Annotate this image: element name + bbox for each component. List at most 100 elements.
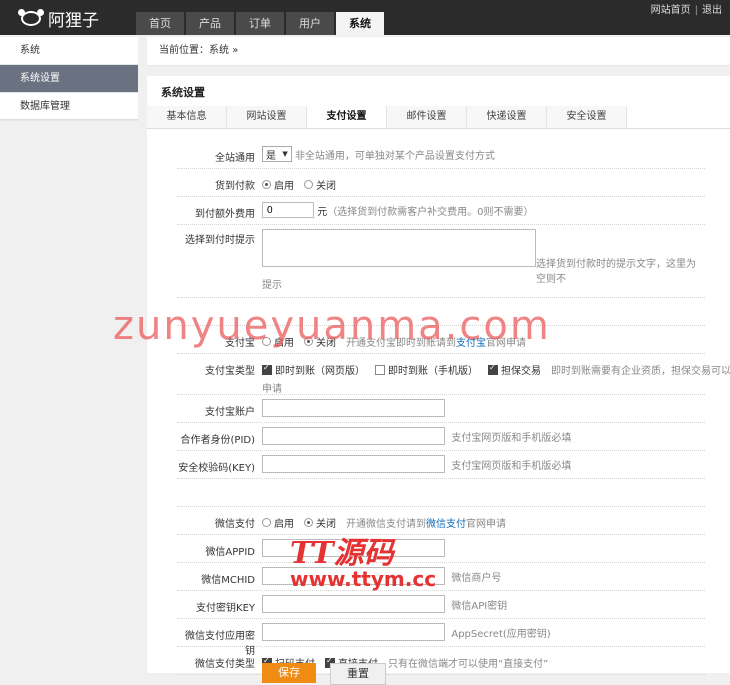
mchid-input[interactable] xyxy=(262,567,445,585)
wechat-type-hint: 只有在微信端才可以使用“直接支付” xyxy=(388,659,549,670)
alipay-enable-radio[interactable] xyxy=(262,337,271,346)
wechat-enable-radio[interactable] xyxy=(262,518,271,527)
cod-disable-radio[interactable] xyxy=(304,180,313,189)
nav-tab-system[interactable]: 系统 xyxy=(336,12,384,35)
breadcrumb-current[interactable]: 系统 xyxy=(209,45,229,56)
apikey-hint: 微信API密钥 xyxy=(451,600,508,612)
pid-hint: 支付宝网页版和手机版必填 xyxy=(451,432,572,444)
nav-tab-home[interactable]: 首页 xyxy=(136,12,184,35)
row-appsecret: 微信支付应用密钥 AppSecret(应用密钥) xyxy=(177,619,705,657)
settings-panel: 系统设置 基本信息 网站设置 支付设置 邮件设置 快递设置 安全设置 xyxy=(147,76,730,129)
wechat-disable-radio[interactable] xyxy=(304,518,313,527)
alipay-type-escrow-checkbox[interactable] xyxy=(488,363,498,375)
appid-label: 微信APPID xyxy=(205,547,255,558)
row-cod-fee: 到付额外费用 元（选择货到付款需客户补交费用。0则不需要） xyxy=(177,197,705,225)
appid-input[interactable] xyxy=(262,539,445,557)
fox-logo-icon xyxy=(18,9,44,27)
tab-basic-info[interactable]: 基本信息 xyxy=(147,106,227,128)
site-home-link[interactable]: 网站首页 xyxy=(651,5,691,16)
alipay-type-label: 支付宝类型 xyxy=(205,366,255,377)
key-hint: 支付宝网页版和手机版必填 xyxy=(451,460,572,472)
settings-tabs: 基本信息 网站设置 支付设置 邮件设置 快递设置 安全设置 xyxy=(147,106,730,129)
row-apikey: 支付密钥KEY 微信API密钥 xyxy=(177,591,705,619)
alipay-type-direct-web-label: 即时到账（网页版） xyxy=(275,366,365,377)
wechat-type-label: 微信支付类型 xyxy=(195,659,255,670)
cod-fee-unit: 元 xyxy=(317,206,328,218)
key-label: 安全校验码(KEY) xyxy=(178,463,255,474)
cod-disable-label: 关闭 xyxy=(316,181,336,192)
row-pid: 合作者身份(PID) 支付宝网页版和手机版必填 xyxy=(177,423,705,451)
alipay-type-direct-mobile-checkbox[interactable] xyxy=(375,364,385,375)
alipay-type-hint-line1: 即时到账需要有企业资质，担保交易可以个人 xyxy=(551,366,730,377)
nav-tab-users[interactable]: 用户 xyxy=(286,12,334,35)
cod-enable-radio[interactable] xyxy=(262,180,271,189)
global-select[interactable]: 是 ▼ xyxy=(262,146,292,162)
save-button[interactable]: 保存 xyxy=(262,663,316,683)
nav-tab-products[interactable]: 产品 xyxy=(186,12,234,35)
top-links: 网站首页 | 退出 xyxy=(651,1,722,16)
tab-mail-settings[interactable]: 邮件设置 xyxy=(387,106,467,128)
alipay-link[interactable]: 支付宝 xyxy=(456,334,486,349)
main-content: 当前位置：系统 » 系统设置 基本信息 网站设置 支付设置 邮件设置 快递设置 … xyxy=(147,37,730,685)
alipay-hint-pre: 开通支付宝即时到账请到 xyxy=(346,338,456,349)
chevron-down-icon: ▼ xyxy=(282,150,288,158)
row-cod-tip: 选择到付时提示 选择货到付款时的提示文字，这里为空则不 提示 xyxy=(177,225,705,298)
alipay-account-input[interactable] xyxy=(262,399,445,417)
payment-form: 全站通用 是 ▼ 非全站通用，可单独对某个产品设置支付方式 货到付款 启用 关闭… xyxy=(147,140,730,675)
alipay-type-direct-web-checkbox[interactable] xyxy=(262,363,272,375)
cod-tip-label: 选择到付时提示 xyxy=(185,235,255,246)
cod-fee-hint: （选择货到付款需客户补交费用。0则不需要） xyxy=(327,206,534,218)
appsecret-hint: AppSecret(应用密钥) xyxy=(451,628,551,640)
row-alipay-account: 支付宝账户 xyxy=(177,395,705,423)
apikey-input[interactable] xyxy=(262,595,445,613)
app-name: 阿狸子 xyxy=(48,10,99,31)
tab-express-settings[interactable]: 快递设置 xyxy=(467,106,547,128)
cod-fee-label: 到付额外费用 xyxy=(195,209,255,220)
global-select-value: 是 xyxy=(266,150,276,162)
alipay-label: 支付宝 xyxy=(225,338,255,349)
cod-tip-textarea[interactable] xyxy=(262,229,536,267)
apikey-label: 支付密钥KEY xyxy=(196,603,255,614)
panel-title: 系统设置 xyxy=(161,86,205,99)
tab-security-settings[interactable]: 安全设置 xyxy=(547,106,627,128)
alipay-enable-label: 启用 xyxy=(274,338,294,349)
row-global: 全站通用 是 ▼ 非全站通用，可单独对某个产品设置支付方式 xyxy=(177,140,705,169)
alipay-hint-post: 官网申请 xyxy=(486,338,526,349)
row-alipay-type: 支付宝类型 即时到账（网页版） 即时到账（手机版） 担保交易 即时到账需要有企业… xyxy=(177,354,730,395)
reset-button[interactable]: 重置 xyxy=(330,663,386,685)
logo[interactable]: 阿狸子 xyxy=(18,6,99,31)
sidebar-item-system-settings[interactable]: 系统设置 xyxy=(0,65,138,93)
wechat-hint-post: 官网申请 xyxy=(466,519,506,530)
row-alipay: 支付宝 启用 关闭 开通支付宝即时到账请到 支付宝 官网申请 xyxy=(177,326,705,354)
alipay-type-escrow-label: 担保交易 xyxy=(501,366,541,377)
appsecret-input[interactable] xyxy=(262,623,445,641)
sidebar-item-system[interactable]: 系统 xyxy=(0,37,138,65)
alipay-disable-radio[interactable] xyxy=(304,337,313,346)
row-cod: 货到付款 启用 关闭 xyxy=(177,169,705,197)
cod-fee-input[interactable] xyxy=(262,202,314,218)
pid-label: 合作者身份(PID) xyxy=(180,435,255,446)
wechat-disable-label: 关闭 xyxy=(316,519,336,530)
wechat-link[interactable]: 微信支付 xyxy=(426,515,466,530)
top-bar: 阿狸子 首页 产品 订单 用户 系统 网站首页 | 退出 xyxy=(0,0,730,35)
tab-site-settings[interactable]: 网站设置 xyxy=(227,106,307,128)
main-nav: 首页 产品 订单 用户 系统 xyxy=(136,12,386,35)
logout-link[interactable]: 退出 xyxy=(702,5,722,16)
wechat-label: 微信支付 xyxy=(215,519,255,530)
sidebar-item-database[interactable]: 数据库管理 xyxy=(0,93,138,121)
global-label: 全站通用 xyxy=(215,153,255,164)
alipay-type-hint-line2: 申请 xyxy=(262,384,282,395)
row-appid: 微信APPID xyxy=(177,535,705,563)
row-wechat-type: 微信支付类型 扫码支付 直接支付 只有在微信端才可以使用“直接支付” xyxy=(177,647,705,675)
top-links-separator: | xyxy=(694,5,698,16)
alipay-type-direct-mobile-label: 即时到账（手机版） xyxy=(388,366,478,377)
pid-input[interactable] xyxy=(262,427,445,445)
row-wechat: 微信支付 启用 关闭 开通微信支付请到 微信支付 官网申请 xyxy=(177,507,705,535)
key-input[interactable] xyxy=(262,455,445,473)
breadcrumb-prefix: 当前位置： xyxy=(159,45,209,56)
cod-label: 货到付款 xyxy=(215,181,255,192)
breadcrumb-arrow: » xyxy=(232,45,239,56)
nav-tab-orders[interactable]: 订单 xyxy=(236,12,284,35)
tab-payment-settings[interactable]: 支付设置 xyxy=(307,106,387,128)
wechat-enable-label: 启用 xyxy=(274,519,294,530)
